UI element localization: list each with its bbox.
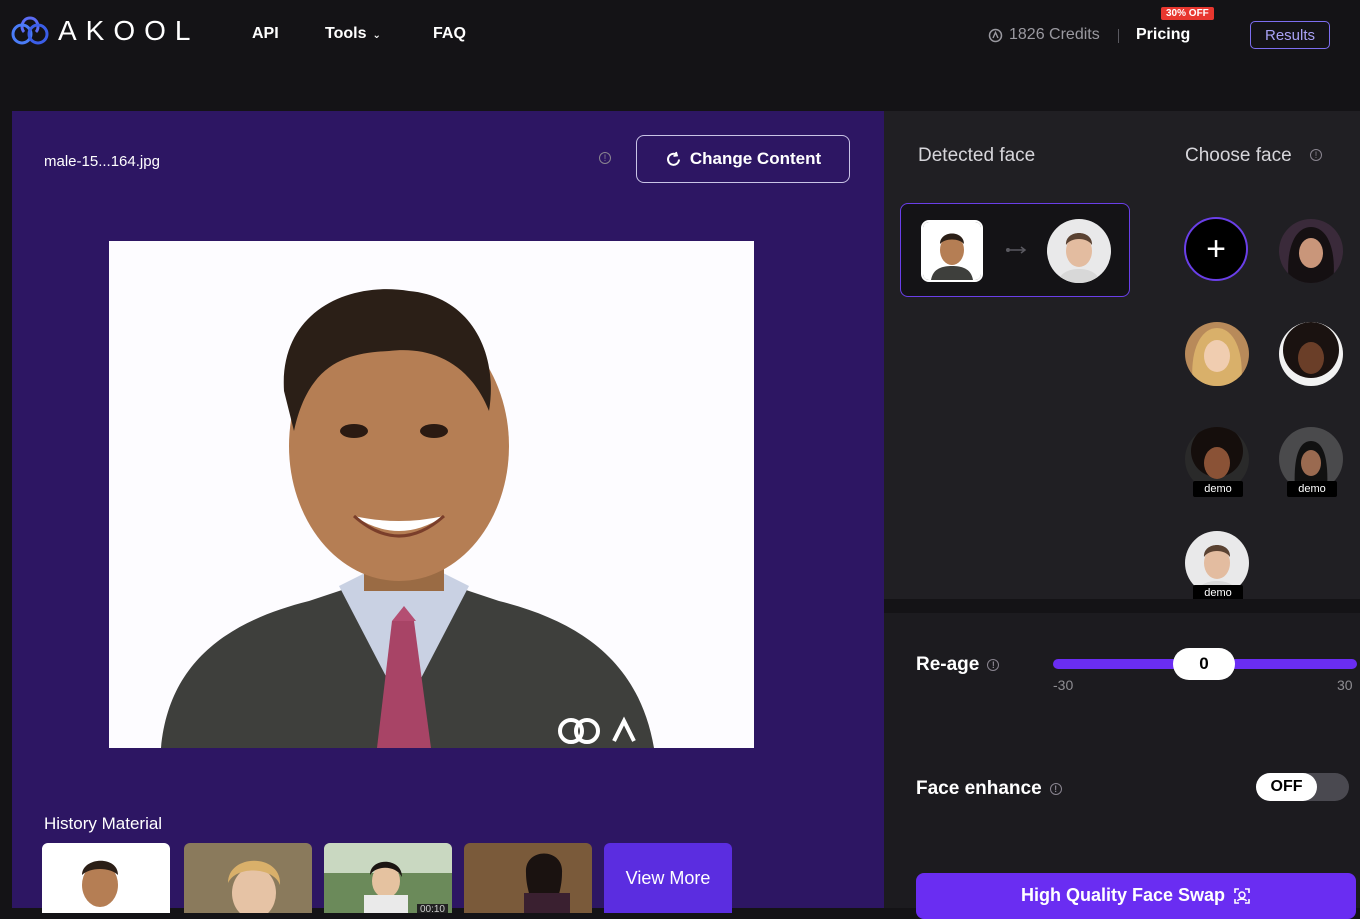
logo[interactable]: AKOOL bbox=[10, 14, 199, 48]
nav-tools[interactable]: Tools ⌄ bbox=[325, 25, 381, 43]
change-content-button[interactable]: Change Content bbox=[636, 135, 850, 183]
portrait-image bbox=[109, 241, 754, 748]
info-icon[interactable]: ! bbox=[1049, 783, 1062, 795]
detected-face-title: Detected face bbox=[918, 145, 1036, 166]
panel-divider bbox=[884, 599, 1360, 613]
credits-text: 1826 Credits bbox=[1009, 26, 1100, 43]
header-divider bbox=[1118, 29, 1119, 43]
choose-face-option-demo[interactable]: demo bbox=[1185, 425, 1249, 497]
chevron-down-icon: ⌄ bbox=[372, 30, 381, 41]
main-photo bbox=[109, 241, 754, 748]
info-icon[interactable]: ! bbox=[599, 152, 611, 164]
settings-panel: Detected face Choose face ! + demo demo … bbox=[884, 111, 1360, 919]
history-thumb-video bbox=[324, 843, 452, 913]
demo-tag: demo bbox=[1287, 481, 1337, 497]
history-item[interactable] bbox=[42, 843, 170, 913]
reage-min-label: -30 bbox=[1053, 677, 1074, 693]
choose-face-option-demo[interactable]: demo bbox=[1185, 531, 1249, 601]
history-thumb-image bbox=[44, 845, 168, 911]
discount-badge: 30% OFF bbox=[1161, 7, 1214, 20]
submit-label: High Quality Face Swap bbox=[1020, 885, 1226, 905]
reage-slider-thumb[interactable]: 0 bbox=[1173, 648, 1235, 680]
nav-tools-label: Tools bbox=[325, 25, 367, 42]
face-scan-icon bbox=[1234, 888, 1250, 904]
face-enhance-label: Face enhance bbox=[916, 778, 1042, 799]
history-thumb-image bbox=[184, 843, 312, 913]
face-enhance-setting: Face enhance ! bbox=[916, 778, 1062, 800]
credits-display: 1826 Credits bbox=[988, 26, 1100, 44]
file-name: male-15...164.jpg bbox=[44, 153, 160, 170]
high-quality-face-swap-button[interactable]: High Quality Face Swap bbox=[916, 873, 1356, 919]
results-button[interactable]: Results bbox=[1250, 21, 1330, 49]
logo-text: AKOOL bbox=[58, 15, 200, 46]
history-thumb-image bbox=[464, 843, 592, 913]
plus-icon: + bbox=[1206, 230, 1226, 268]
change-content-label: Change Content bbox=[689, 149, 822, 168]
detected-face-pair[interactable] bbox=[900, 203, 1130, 297]
history-title: History Material bbox=[44, 814, 163, 833]
face-thumb-image bbox=[1279, 322, 1343, 386]
info-icon[interactable]: ! bbox=[987, 659, 1000, 671]
credits-coin-icon bbox=[988, 28, 1003, 42]
view-more-button[interactable]: View More bbox=[604, 843, 732, 913]
akool-logo-icon bbox=[11, 16, 49, 45]
pricing-link[interactable]: Pricing bbox=[1136, 26, 1190, 44]
choose-face-title: Choose face bbox=[1185, 145, 1292, 166]
history-item[interactable] bbox=[184, 843, 312, 913]
reage-label: Re-age bbox=[916, 654, 980, 675]
video-duration: 00:10 bbox=[416, 904, 448, 913]
toggle-state: OFF bbox=[1256, 773, 1317, 801]
add-face-button[interactable]: + bbox=[1184, 217, 1248, 281]
face-selection-area: Detected face Choose face ! + demo demo … bbox=[884, 111, 1360, 601]
reage-max-label: 30 bbox=[1337, 677, 1353, 693]
history-item[interactable] bbox=[464, 843, 592, 913]
arrow-right-icon bbox=[1006, 246, 1027, 254]
reage-setting: Re-age ! bbox=[916, 654, 1000, 676]
face-enhance-toggle[interactable]: OFF bbox=[1256, 773, 1349, 801]
choose-face-option[interactable] bbox=[1279, 219, 1343, 283]
top-bar: AKOOL API Tools ⌄ FAQ 1826 Credits Pricin… bbox=[0, 0, 1360, 110]
choose-face-option[interactable] bbox=[1279, 322, 1343, 386]
history-item-video[interactable]: 00:10 bbox=[324, 843, 452, 913]
detected-face-target bbox=[1047, 219, 1111, 283]
info-icon[interactable]: ! bbox=[1310, 149, 1322, 161]
demo-tag: demo bbox=[1193, 481, 1243, 497]
face-thumb-image bbox=[1279, 219, 1343, 283]
nav-faq[interactable]: FAQ bbox=[433, 25, 466, 43]
face-thumb-image bbox=[1185, 322, 1249, 386]
choose-face-option-demo[interactable]: demo bbox=[1279, 427, 1343, 497]
content-panel: male-15...164.jpg ! Change Content Histo… bbox=[12, 111, 884, 913]
choose-face-option[interactable] bbox=[1185, 322, 1249, 386]
source-face-image bbox=[923, 222, 981, 280]
nav-api[interactable]: API bbox=[252, 25, 279, 43]
detected-face-source bbox=[921, 220, 983, 282]
target-face-image bbox=[1047, 219, 1111, 283]
refresh-icon bbox=[666, 151, 680, 166]
